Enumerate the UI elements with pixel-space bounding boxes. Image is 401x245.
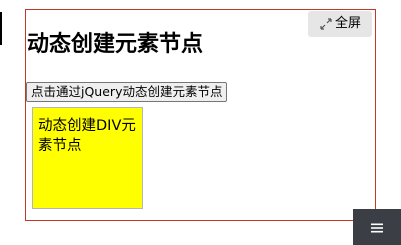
left-edge-marker [0, 12, 2, 45]
fullscreen-button[interactable]: 全屏 [308, 11, 372, 37]
expand-arrows-icon [319, 17, 333, 31]
menu-button[interactable] [353, 209, 401, 245]
created-div-box: 动态创建DIV元素节点 [32, 107, 143, 209]
fullscreen-label: 全屏 [334, 16, 361, 31]
create-element-button[interactable]: 点击通过jQuery动态创建元素节点 [26, 82, 228, 102]
page-title: 动态创建元素节点 [27, 32, 204, 57]
hamburger-menu-icon [371, 218, 383, 237]
